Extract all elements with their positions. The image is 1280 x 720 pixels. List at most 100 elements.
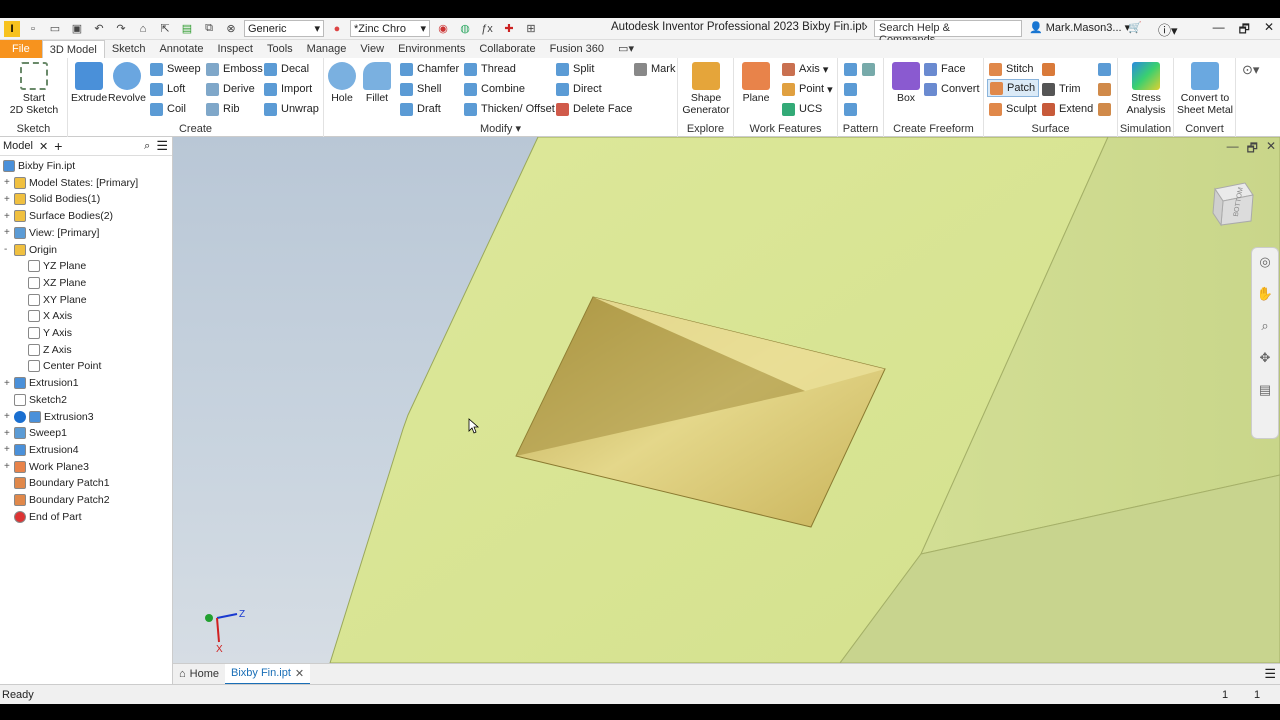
tree-solid-bodies[interactable]: + Solid Bodies(1): [4, 191, 100, 207]
open-folder-icon[interactable]: ▭: [46, 21, 64, 37]
browser-menu-icon[interactable]: ☰: [156, 138, 168, 154]
tree-z-axis[interactable]: Z Axis: [28, 342, 72, 358]
extrude-button[interactable]: Extrude: [71, 62, 107, 104]
fillet-button[interactable]: Fillet: [360, 62, 394, 104]
cart-icon[interactable]: 🛒: [1128, 21, 1142, 34]
appearance-icon[interactable]: ⊗: [222, 21, 240, 37]
undo-icon[interactable]: ↶: [90, 21, 108, 37]
new-file-icon[interactable]: ▫: [24, 21, 42, 37]
close-icon[interactable]: ✕: [1264, 20, 1274, 41]
tab-home[interactable]: ⌂ Home: [173, 664, 225, 685]
tree-x-axis[interactable]: X Axis: [28, 308, 72, 324]
derive-button[interactable]: Derive: [206, 80, 255, 98]
browser-tab-model[interactable]: Model: [3, 140, 33, 152]
rib-button[interactable]: Rib: [206, 100, 240, 118]
direct-button[interactable]: Direct: [556, 80, 602, 98]
adaptive-icon[interactable]: ⧉: [200, 21, 218, 37]
tab-tools[interactable]: Tools: [260, 40, 300, 58]
update-icon[interactable]: ▤: [178, 21, 196, 37]
tree-model-states[interactable]: + Model States: [Primary]: [4, 175, 138, 191]
plane-button[interactable]: Plane: [738, 62, 774, 104]
expand-toggle-icon[interactable]: +: [4, 444, 10, 455]
grid-icon[interactable]: ⊞: [522, 21, 540, 37]
viewport-restore-icon[interactable]: 🗗: [1247, 139, 1258, 160]
save-icon[interactable]: ▣: [68, 21, 86, 37]
tree-xz-plane[interactable]: XZ Plane: [28, 275, 86, 291]
browser-close-icon[interactable]: ✕: [39, 140, 48, 153]
tree-extrusion3[interactable]: + Extrusion3: [4, 409, 94, 425]
select-icon[interactable]: ⇱: [156, 21, 174, 37]
inventor-logo-icon[interactable]: I: [4, 20, 20, 37]
start-2d-sketch-button[interactable]: Start 2D Sketch: [8, 62, 60, 116]
tab-file[interactable]: File: [0, 40, 42, 58]
stitch-button[interactable]: Stitch: [989, 60, 1034, 78]
tree-sketch2[interactable]: Sketch2: [14, 392, 67, 408]
trim-button[interactable]: Trim: [1042, 80, 1081, 98]
appearance-override-icon[interactable]: ◉: [434, 21, 452, 37]
tab-inspect[interactable]: Inspect: [211, 40, 260, 58]
viewport-close-icon[interactable]: ✕: [1266, 139, 1276, 160]
box-button[interactable]: Box: [888, 62, 924, 104]
pan-icon[interactable]: ✋: [1255, 286, 1275, 306]
decal-button[interactable]: Decal: [264, 60, 309, 78]
loft-button[interactable]: Loft: [150, 80, 185, 98]
revolve-button[interactable]: Revolve: [108, 62, 146, 104]
tab-fusion-360[interactable]: Fusion 360: [543, 40, 611, 58]
material-combo[interactable]: *Zinc Chro ▾: [350, 20, 430, 37]
thicken-offset-button[interactable]: Thicken/ Offset: [464, 100, 555, 118]
tree-work-plane3[interactable]: + Work Plane3: [4, 459, 89, 475]
patch-button[interactable]: Patch: [987, 79, 1040, 97]
sweep-button[interactable]: Sweep: [150, 60, 201, 78]
tabs-menu-icon[interactable]: ☰: [1264, 666, 1276, 682]
close-tab-icon[interactable]: ✕: [295, 667, 304, 680]
mark-button[interactable]: Mark: [634, 60, 675, 78]
axis-button[interactable]: Axis ▾: [782, 60, 828, 78]
expand-toggle-icon[interactable]: +: [4, 378, 10, 389]
look-at-icon[interactable]: ▤: [1255, 382, 1275, 402]
ucs-button[interactable]: UCS: [782, 100, 822, 118]
tree-root-part[interactable]: Bixby Fin.ipt: [3, 158, 75, 174]
expand-toggle-icon[interactable]: +: [4, 428, 10, 439]
tree-sweep1[interactable]: + Sweep1: [4, 425, 67, 441]
clear-appearance-icon[interactable]: ◍: [456, 21, 474, 37]
tree-center-point[interactable]: Center Point: [28, 358, 101, 374]
tab-manage[interactable]: Manage: [300, 40, 354, 58]
delete-face-button[interactable]: Delete Face: [556, 100, 632, 118]
point-button[interactable]: Point ▾: [782, 80, 833, 98]
color-wheel-icon[interactable]: ●: [328, 21, 346, 37]
repair-bodies-button[interactable]: [1098, 60, 1115, 78]
circular-pattern-button[interactable]: [844, 80, 861, 98]
tab-sketch[interactable]: Sketch: [105, 40, 153, 58]
model-canvas[interactable]: Z X: [173, 137, 1280, 663]
tree-end-of-part[interactable]: End of Part: [14, 509, 82, 525]
expand-toggle-icon[interactable]: -: [4, 244, 7, 255]
import-button[interactable]: Import: [264, 80, 312, 98]
shape-generator-button[interactable]: Shape Generator: [682, 62, 730, 116]
tab-environments[interactable]: Environments: [391, 40, 472, 58]
draft-button[interactable]: Draft: [400, 100, 441, 118]
tree-view[interactable]: + View: [Primary]: [4, 225, 99, 241]
sketch-pattern-button[interactable]: [844, 100, 861, 118]
tree-boundary-patch2[interactable]: Boundary Patch2: [14, 492, 110, 508]
tab-view[interactable]: View: [353, 40, 391, 58]
expand-toggle-icon[interactable]: +: [4, 177, 10, 188]
user-account[interactable]: 👤 Mark.Mason3... ▾: [1029, 21, 1130, 34]
fit-mesh-face-button[interactable]: [1098, 100, 1115, 118]
chamfer-button[interactable]: Chamfer: [400, 60, 459, 78]
emboss-button[interactable]: Emboss: [206, 60, 263, 78]
thread-button[interactable]: Thread: [464, 60, 516, 78]
tree-origin[interactable]: - Origin: [4, 242, 57, 258]
expand-toggle-icon[interactable]: +: [4, 461, 10, 472]
expand-toggle-icon[interactable]: +: [4, 411, 10, 422]
steering-wheel-icon[interactable]: ◎: [1255, 254, 1275, 274]
stress-analysis-button[interactable]: Stress Analysis: [1122, 62, 1170, 116]
tab-annotate[interactable]: Annotate: [152, 40, 210, 58]
graphics-viewport[interactable]: Z X — 🗗 ✕ BOTTOM ◎ ✋ ⌕ ✥ ▤: [173, 137, 1280, 663]
shell-button[interactable]: Shell: [400, 80, 441, 98]
home-icon[interactable]: ⌂: [134, 21, 152, 37]
ribbon-options-icon[interactable]: ▭▾: [611, 40, 641, 58]
view-cube[interactable]: BOTTOM: [1209, 179, 1257, 227]
tree-xy-plane[interactable]: XY Plane: [28, 292, 87, 308]
tree-yz-plane[interactable]: YZ Plane: [28, 258, 86, 274]
info-icon[interactable]: [14, 410, 26, 423]
